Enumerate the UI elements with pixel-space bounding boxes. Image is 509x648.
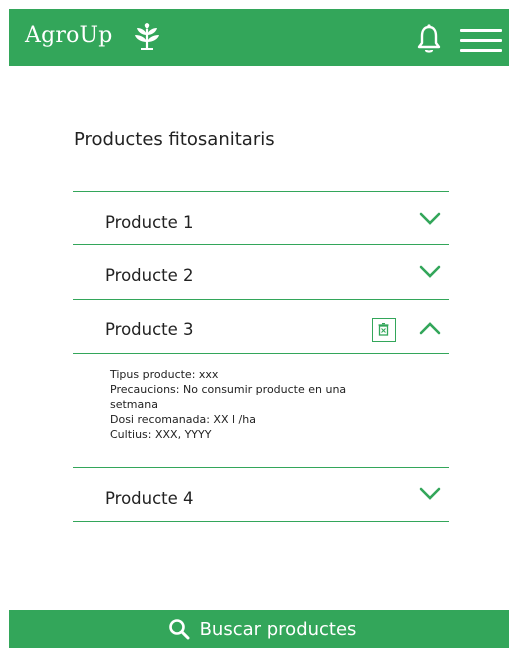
divider bbox=[73, 353, 449, 354]
page-title: Productes fitosanitaris bbox=[74, 129, 275, 150]
divider bbox=[73, 244, 449, 245]
product-label: Producte 2 bbox=[105, 266, 194, 285]
menu-line bbox=[460, 39, 502, 42]
divider bbox=[73, 467, 449, 468]
divider bbox=[73, 299, 449, 300]
menu-line bbox=[460, 29, 502, 32]
search-products-button[interactable]: Buscar productes bbox=[9, 610, 509, 648]
chevron-down-icon[interactable] bbox=[419, 212, 441, 226]
product-row-4[interactable]: Producte 4 bbox=[73, 472, 449, 524]
product-label: Producte 4 bbox=[105, 489, 194, 508]
product-row-1[interactable]: Producte 1 bbox=[73, 196, 449, 248]
bell-icon[interactable] bbox=[416, 24, 442, 54]
delete-button[interactable] bbox=[372, 318, 396, 342]
app-logo: AgroUp bbox=[25, 23, 113, 48]
detail-precautions-cont: setmana bbox=[110, 398, 158, 411]
trash-icon bbox=[378, 323, 389, 336]
divider bbox=[73, 521, 449, 522]
chevron-up-icon[interactable] bbox=[419, 321, 441, 335]
product-row-2[interactable]: Producte 2 bbox=[73, 249, 449, 301]
product-details: Tipus producte: xxx Precaucions: No cons… bbox=[110, 367, 410, 442]
chevron-down-icon[interactable] bbox=[419, 265, 441, 279]
detail-crops: Cultius: XXX, YYYY bbox=[110, 428, 212, 441]
menu-line bbox=[460, 49, 502, 52]
detail-dose: Dosi recomanada: XX l /ha bbox=[110, 413, 256, 426]
search-products-content: Buscar productes bbox=[9, 610, 509, 648]
product-label: Producte 1 bbox=[105, 213, 194, 232]
hamburger-menu-icon[interactable] bbox=[460, 29, 502, 53]
search-icon bbox=[168, 619, 190, 640]
chevron-down-icon[interactable] bbox=[419, 487, 441, 501]
product-label: Producte 3 bbox=[105, 320, 194, 339]
app-header: AgroUp bbox=[9, 9, 509, 66]
detail-precautions: Precaucions: No consumir producte en una bbox=[110, 383, 347, 396]
leaf-icon bbox=[135, 23, 159, 50]
search-products-label: Buscar productes bbox=[199, 618, 357, 640]
divider bbox=[73, 191, 449, 192]
product-row-3[interactable]: Producte 3 bbox=[73, 303, 449, 355]
detail-type: Tipus producte: xxx bbox=[110, 368, 219, 381]
